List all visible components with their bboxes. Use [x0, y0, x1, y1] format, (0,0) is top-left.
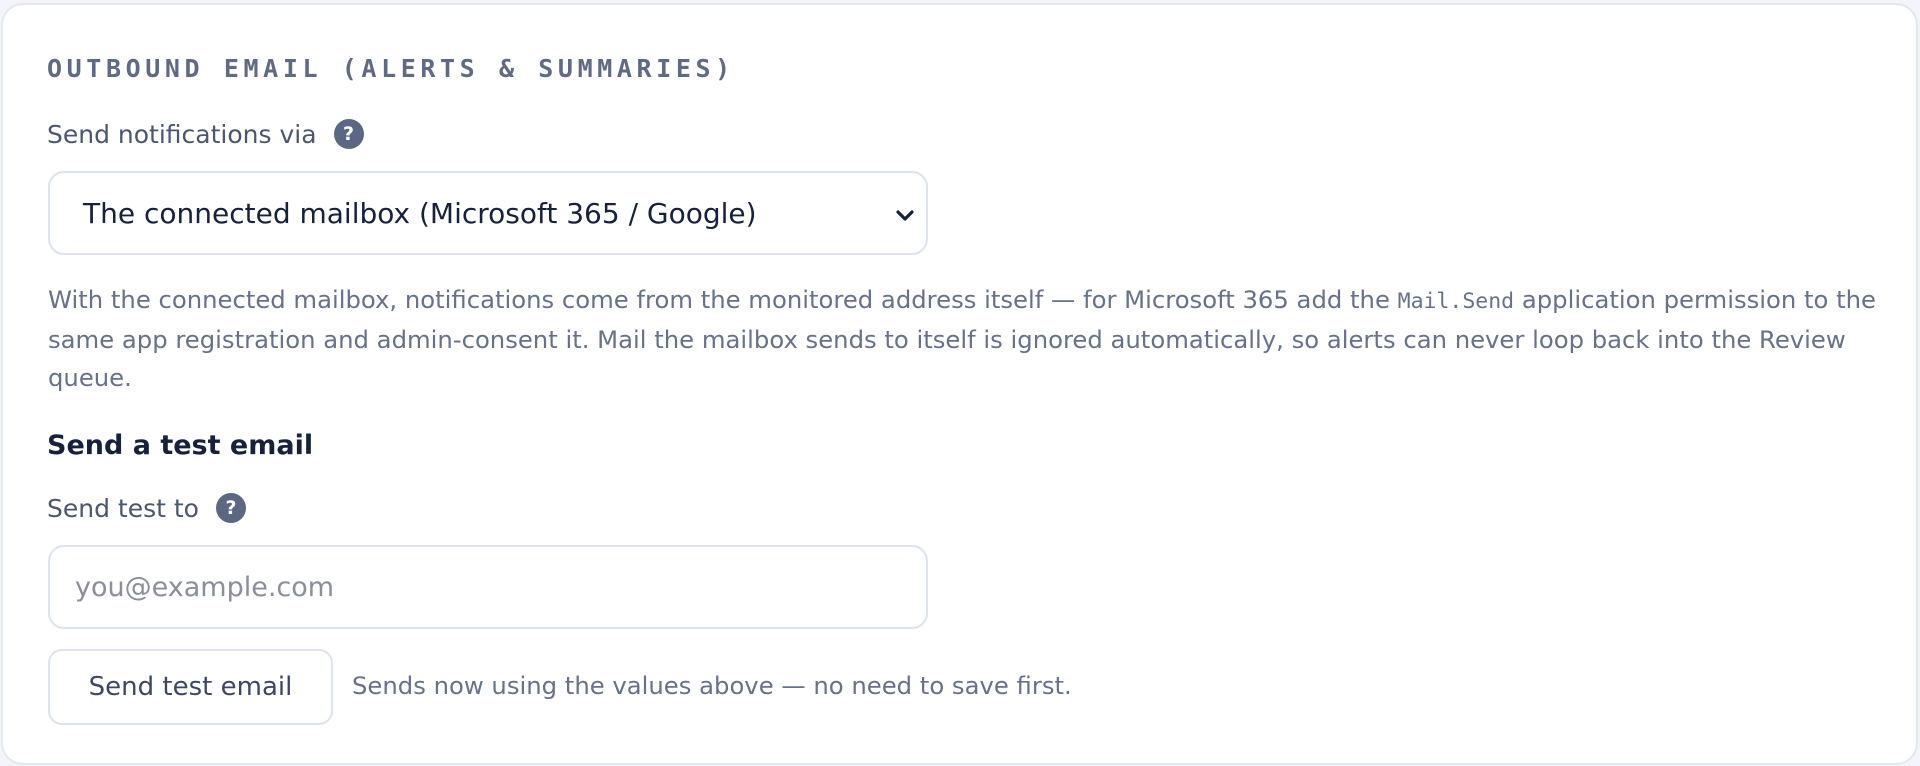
section-title: OUTBOUND EMAIL (ALERTS & SUMMARIES): [47, 54, 735, 83]
send-notifications-via-label-text: Send notifications via: [47, 119, 317, 149]
chevron-down-icon: [896, 210, 914, 221]
notification-method-selected-value: The connected mailbox (Microsoft 365 / G…: [83, 196, 757, 230]
help-icon[interactable]: ?: [215, 493, 246, 523]
send-test-email-heading: Send a test email: [47, 430, 314, 461]
help-text-part-1: With the connected mailbox, notification…: [48, 285, 1398, 314]
mail-send-permission-code: Mail.Send: [1397, 289, 1515, 314]
notification-help-text: With the connected mailbox, notification…: [48, 281, 1888, 397]
send-test-hint: Sends now using the values above — no ne…: [352, 671, 1072, 700]
send-test-email-button[interactable]: Send test email: [48, 649, 333, 725]
send-test-to-label-text: Send test to: [47, 493, 199, 523]
test-email-input[interactable]: [48, 545, 928, 629]
outbound-email-card: OUTBOUND EMAIL (ALERTS & SUMMARIES) Send…: [1, 3, 1918, 765]
notification-method-select[interactable]: The connected mailbox (Microsoft 365 / G…: [48, 171, 928, 255]
send-test-to-label: Send test to ?: [47, 493, 246, 523]
help-icon[interactable]: ?: [333, 119, 364, 149]
send-notifications-via-label: Send notifications via ?: [47, 119, 364, 149]
